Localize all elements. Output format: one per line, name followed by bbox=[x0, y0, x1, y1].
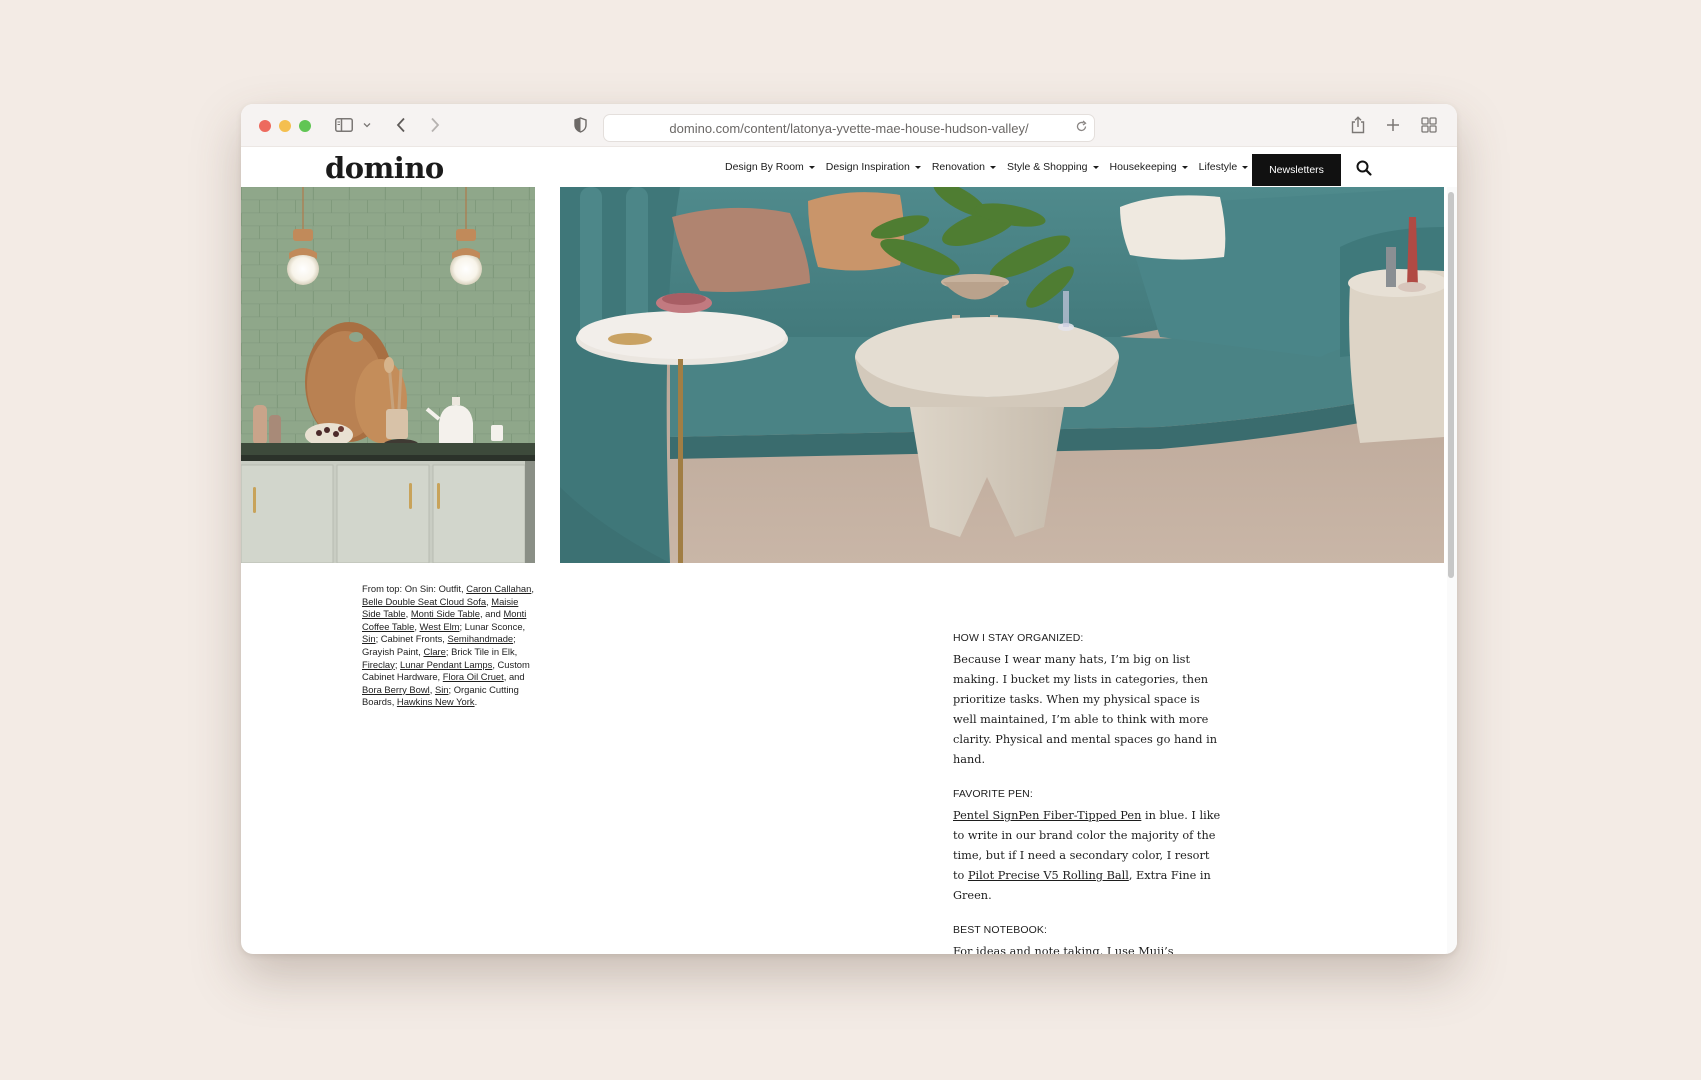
zoom-window-button[interactable] bbox=[299, 120, 311, 132]
inline-link[interactable]: Semihandmade bbox=[447, 633, 513, 644]
chevron-left-icon[interactable] bbox=[393, 114, 409, 136]
tab-overview-icon[interactable] bbox=[1420, 114, 1438, 136]
section-heading: FAVORITE PEN: bbox=[953, 788, 1033, 800]
sidebar-icon[interactable] bbox=[333, 114, 355, 136]
inline-text: ; Cabinet Fronts, bbox=[375, 633, 448, 645]
kitchen-photo bbox=[241, 187, 535, 563]
plus-icon[interactable] bbox=[1384, 114, 1402, 136]
kitchen-illustration bbox=[241, 187, 535, 563]
inline-link[interactable]: Caron Callahan bbox=[466, 583, 531, 594]
inline-link[interactable]: Bora Berry Bowl bbox=[362, 684, 430, 695]
nav-item-renovation[interactable]: Renovation bbox=[932, 161, 996, 173]
inline-text: ; Lunar Sconce, bbox=[459, 620, 526, 632]
nav-label: Style & Shopping bbox=[1006, 161, 1088, 173]
inline-text: For ideas and note taking, I use bbox=[953, 945, 1139, 954]
site-logo[interactable]: domino bbox=[325, 151, 444, 185]
main-nav: Design By Room Design Inspiration Renova… bbox=[725, 147, 1259, 187]
caret-down-icon bbox=[1242, 165, 1249, 169]
share-icon[interactable] bbox=[1349, 114, 1367, 136]
chevron-down-icon[interactable] bbox=[361, 114, 373, 136]
inline-text: , bbox=[531, 583, 534, 594]
inline-link[interactable]: Clare bbox=[423, 646, 445, 657]
nav-label: Renovation bbox=[931, 161, 985, 173]
inline-link[interactable]: West Elm bbox=[420, 621, 460, 632]
caret-down-icon bbox=[914, 165, 921, 169]
nav-item-housekeeping[interactable]: Housekeeping bbox=[1110, 161, 1188, 173]
section-heading: BEST NOTEBOOK: bbox=[953, 924, 1047, 936]
nav-label: Design By Room bbox=[725, 161, 804, 173]
inline-link[interactable]: Monti Side Table bbox=[411, 608, 480, 619]
inline-text: Because I wear many hats, I’m big on lis… bbox=[953, 653, 1217, 766]
inline-text: ; Brick Tile in Elk, bbox=[445, 645, 518, 657]
scrollbar-thumb[interactable] bbox=[1448, 192, 1454, 578]
inline-link[interactable]: Flora Oil Cruet bbox=[443, 671, 504, 682]
inline-link[interactable]: Hawkins New York bbox=[397, 696, 475, 707]
nav-label: Design Inspiration bbox=[825, 161, 910, 173]
nav-item-style-shopping[interactable]: Style & Shopping bbox=[1007, 161, 1099, 173]
inline-text: From top: On Sin: Outfit, bbox=[362, 583, 467, 594]
section-paragraph: Pentel SignPen Fiber-Tipped Pen in blue.… bbox=[953, 806, 1223, 906]
inline-link[interactable]: Pilot Precise V5 Rolling Ball bbox=[968, 869, 1129, 882]
inline-link[interactable]: Belle Double Seat Cloud Sofa bbox=[362, 596, 486, 607]
address-bar[interactable]: domino.com/content/latonya-yvette-mae-ho… bbox=[603, 114, 1095, 142]
inline-link[interactable]: Sin bbox=[435, 684, 449, 695]
inline-text: , and bbox=[503, 671, 525, 683]
caret-down-icon bbox=[989, 165, 996, 169]
newsletters-button[interactable]: Newsletters bbox=[1252, 154, 1341, 186]
caret-down-icon bbox=[1181, 165, 1188, 169]
search-icon[interactable] bbox=[1355, 159, 1373, 177]
section-paragraph: Because I wear many hats, I’m big on lis… bbox=[953, 650, 1223, 770]
browser-window: domino.com/content/latonya-yvette-mae-ho… bbox=[241, 104, 1457, 954]
article-body: HOW I STAY ORGANIZED: Because I wear many… bbox=[953, 632, 1223, 954]
nav-item-lifestyle[interactable]: Lifestyle bbox=[1199, 161, 1249, 173]
minimize-window-button[interactable] bbox=[279, 120, 291, 132]
inline-link[interactable]: Pentel SignPen Fiber-Tipped Pen bbox=[953, 809, 1141, 822]
inline-text: , and bbox=[479, 608, 504, 620]
photo-caption: From top: On Sin: Outfit, Caron Callahan… bbox=[362, 583, 535, 709]
reload-icon[interactable] bbox=[1075, 120, 1088, 136]
caret-down-icon bbox=[808, 165, 815, 169]
nav-label: Lifestyle bbox=[1198, 161, 1238, 173]
inline-link[interactable]: Lunar Pendant Lamps bbox=[400, 659, 492, 670]
nav-item-design-inspiration[interactable]: Design Inspiration bbox=[826, 161, 921, 173]
section-paragraph: For ideas and note taking, I use Muji’s … bbox=[953, 942, 1223, 954]
url-text: domino.com/content/latonya-yvette-mae-ho… bbox=[669, 120, 1029, 136]
chevron-right-icon[interactable] bbox=[427, 114, 443, 136]
nav-item-design-by-room[interactable]: Design By Room bbox=[725, 161, 815, 173]
inline-link[interactable]: Fireclay bbox=[362, 659, 395, 670]
browser-toolbar: domino.com/content/latonya-yvette-mae-ho… bbox=[241, 104, 1457, 147]
site-header: domino Design By Room Design Inspiration… bbox=[241, 147, 1457, 191]
section-heading: HOW I STAY ORGANIZED: bbox=[953, 632, 1084, 644]
living-room-illustration bbox=[560, 187, 1444, 563]
close-window-button[interactable] bbox=[259, 120, 271, 132]
nav-label: Housekeeping bbox=[1109, 161, 1177, 173]
living-room-photo bbox=[560, 187, 1444, 563]
shield-icon[interactable] bbox=[571, 114, 589, 136]
caret-down-icon bbox=[1092, 165, 1099, 169]
inline-link[interactable]: Sin bbox=[362, 633, 376, 644]
inline-text: . bbox=[474, 696, 478, 708]
